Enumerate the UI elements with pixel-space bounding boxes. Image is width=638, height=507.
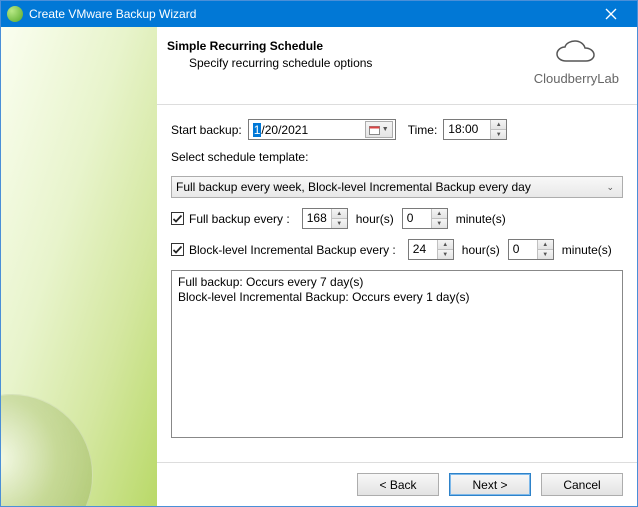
- page-title: Simple Recurring Schedule: [167, 39, 534, 53]
- wizard-window: Create VMware Backup Wizard Simple Recur…: [0, 0, 638, 507]
- close-button[interactable]: [591, 1, 631, 27]
- titlebar: Create VMware Backup Wizard: [1, 1, 637, 27]
- cloud-icon: [554, 39, 598, 69]
- start-date-input[interactable]: 1/20/2021 ▼: [248, 119, 396, 140]
- back-button[interactable]: < Back: [357, 473, 439, 496]
- full-backup-checkbox[interactable]: [171, 212, 184, 225]
- full-backup-label: Full backup every :: [189, 212, 290, 226]
- template-value: Full backup every week, Block-level Incr…: [176, 180, 602, 194]
- hours-unit2: hour(s): [462, 243, 500, 257]
- incr-hours-input[interactable]: 24 ▲▼: [408, 239, 454, 260]
- schedule-summary: Full backup: Occurs every 7 day(s) Block…: [171, 270, 623, 438]
- summary-line: Block-level Incremental Backup: Occurs e…: [178, 290, 616, 305]
- time-value: 18:00: [444, 120, 490, 139]
- spin-up-icon[interactable]: ▲: [332, 209, 347, 219]
- app-icon: [7, 6, 23, 22]
- spin-down-icon[interactable]: ▼: [332, 219, 347, 228]
- incremental-checkbox[interactable]: [171, 243, 184, 256]
- hours-unit: hour(s): [356, 212, 394, 226]
- chevron-down-icon: ▼: [382, 126, 389, 133]
- page-subtitle: Specify recurring schedule options: [167, 56, 534, 70]
- time-label: Time:: [408, 123, 438, 137]
- incr-minutes-input[interactable]: 0 ▲▼: [508, 239, 554, 260]
- spin-up-icon[interactable]: ▲: [538, 240, 553, 250]
- wizard-sidebar: [1, 27, 157, 506]
- check-icon: [172, 244, 183, 255]
- date-rest: /20/2021: [261, 123, 308, 137]
- spin-down-icon[interactable]: ▼: [491, 130, 506, 139]
- spin-down-icon[interactable]: ▼: [438, 250, 453, 259]
- wizard-footer: < Back Next > Cancel: [157, 462, 637, 506]
- cancel-button[interactable]: Cancel: [541, 473, 623, 496]
- spin-down-icon[interactable]: ▼: [538, 250, 553, 259]
- brand-logo: CloudberryLab: [534, 39, 619, 86]
- next-button[interactable]: Next >: [449, 473, 531, 496]
- template-dropdown[interactable]: Full backup every week, Block-level Incr…: [171, 176, 623, 198]
- incremental-label: Block-level Incremental Backup every :: [189, 243, 396, 257]
- window-title: Create VMware Backup Wizard: [29, 7, 196, 21]
- brand-text: CloudberryLab: [534, 71, 619, 86]
- spin-down-icon[interactable]: ▼: [432, 219, 447, 228]
- chevron-down-icon: ⌄: [602, 182, 618, 193]
- minutes-unit2: minute(s): [562, 243, 612, 257]
- calendar-icon: [369, 125, 380, 135]
- time-input[interactable]: 18:00 ▲ ▼: [443, 119, 507, 140]
- calendar-dropdown-button[interactable]: ▼: [365, 121, 393, 138]
- check-icon: [172, 213, 183, 224]
- page-header: Simple Recurring Schedule Specify recurr…: [157, 27, 637, 105]
- spin-up-icon[interactable]: ▲: [438, 240, 453, 250]
- full-minutes-input[interactable]: 0 ▲▼: [402, 208, 448, 229]
- spin-up-icon[interactable]: ▲: [432, 209, 447, 219]
- close-icon: [605, 8, 617, 20]
- full-hours-input[interactable]: 168 ▲▼: [302, 208, 348, 229]
- summary-line: Full backup: Occurs every 7 day(s): [178, 275, 616, 290]
- start-backup-label: Start backup:: [171, 123, 242, 137]
- minutes-unit: minute(s): [456, 212, 506, 226]
- template-label: Select schedule template:: [171, 150, 308, 164]
- form-area: Start backup: 1/20/2021 ▼ Time:: [157, 105, 637, 462]
- spin-up-icon[interactable]: ▲: [491, 120, 506, 130]
